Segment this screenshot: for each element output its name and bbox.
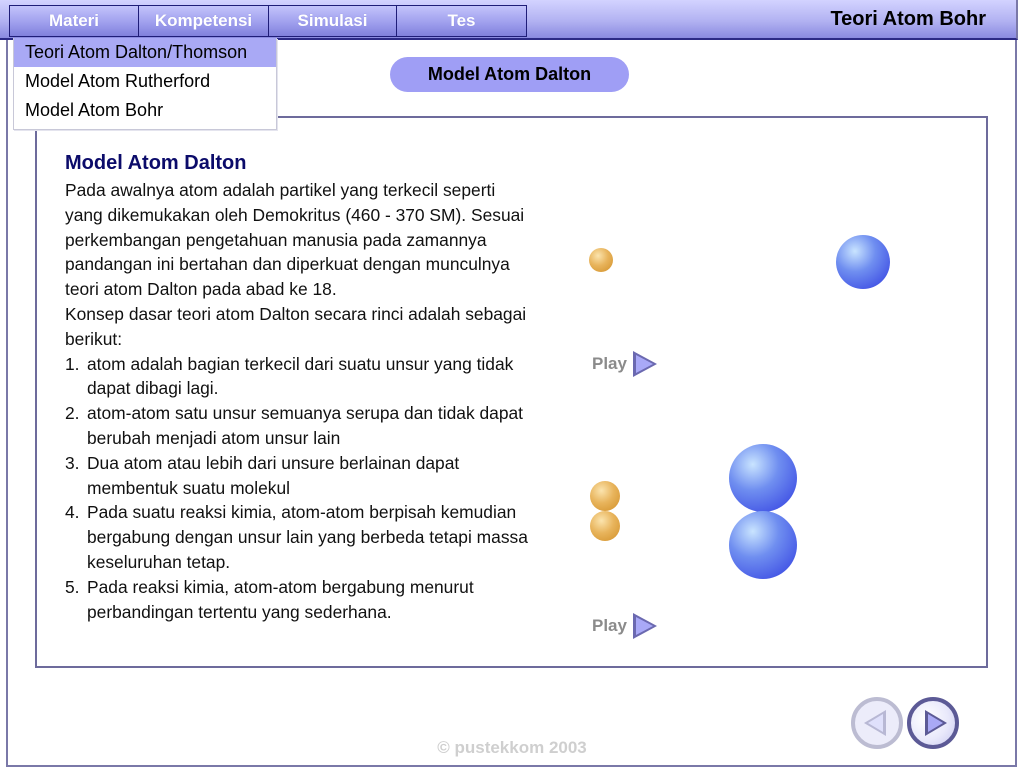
arrow-left-icon (864, 710, 886, 736)
list-text: Dua atom atau lebih dari unsure berlaina… (87, 452, 460, 498)
list-number: 4. (65, 502, 80, 523)
list-text: Pada reaksi kimia, atom-atom bergabung m… (87, 576, 474, 622)
menu-item-bohr[interactable]: Model Atom Bohr (14, 96, 276, 125)
play-icon (632, 613, 657, 639)
menu-item-dalton-thomson[interactable]: Teori Atom Dalton/Thomson (14, 38, 276, 67)
list-item: 4. Pada suatu reaksi kimia, atom-atom ber… (65, 500, 535, 574)
intro-paragraph: Pada awalnya atom adalah partikel yang t… (65, 180, 525, 300)
large-atom-icon (729, 511, 797, 579)
play-icon (632, 351, 657, 377)
list-item: 3. Dua atom atau lebih dari unsure berlai… (65, 451, 535, 501)
tab-materi[interactable]: Materi (10, 6, 139, 36)
list-item: 2. atom-atom satu unsur semuanya serupa d… (65, 401, 535, 451)
play-label: Play (592, 354, 627, 373)
content-panel: Model Atom Dalton Pada awalnya atom adal… (35, 116, 988, 668)
app-window: Materi Kompetensi Simulasi Tes Teori Ato… (0, 0, 1024, 768)
small-atom-icon (590, 481, 620, 511)
content-text: Model Atom Dalton Pada awalnya atom adal… (65, 152, 535, 624)
arrow-right-icon (924, 710, 947, 736)
play-label: Play (592, 616, 627, 635)
content-heading: Model Atom Dalton (65, 152, 247, 174)
copyright-footer: © pustekkom 2003 (437, 738, 587, 757)
materi-dropdown-menu: Teori Atom Dalton/Thomson Model Atom Rut… (13, 38, 277, 130)
list-text: Pada suatu reaksi kimia, atom-atom berpi… (87, 502, 528, 572)
concept-intro: Konsep dasar teori atom Dalton secara ri… (65, 303, 527, 349)
small-atom-icon (590, 511, 620, 541)
tab-simulasi[interactable]: Simulasi (269, 6, 397, 36)
list-number: 2. (65, 403, 80, 424)
list-number: 5. (65, 576, 80, 597)
section-title-pill: Model Atom Dalton (390, 57, 629, 92)
list-text: atom-atom satu unsur semuanya serupa dan… (87, 403, 523, 448)
main-nav: Materi Kompetensi Simulasi Tes (9, 5, 527, 37)
tab-kompetensi[interactable]: Kompetensi (139, 6, 269, 36)
play-button-2[interactable]: Play (592, 613, 657, 639)
list-text: atom adalah bagian terkecil dari suatu u… (87, 353, 514, 399)
concept-list: 1. atom adalah bagian terkecil dari suatu… (65, 352, 535, 625)
top-bar: Materi Kompetensi Simulasi Tes Teori Ato… (0, 0, 1018, 40)
list-item: 1. atom adalah bagian terkecil dari suatu… (65, 352, 535, 402)
play-button-1[interactable]: Play (592, 351, 657, 377)
list-number: 1. (65, 353, 80, 374)
list-number: 3. (65, 452, 80, 473)
large-atom-icon (836, 235, 890, 289)
list-item: 5. Pada reaksi kimia, atom-atom bergabung… (65, 575, 535, 625)
small-atom-icon (589, 248, 613, 272)
large-atom-icon (729, 444, 797, 512)
tab-tes[interactable]: Tes (397, 6, 526, 36)
menu-item-rutherford[interactable]: Model Atom Rutherford (14, 67, 276, 96)
app-title: Teori Atom Bohr (830, 8, 986, 30)
